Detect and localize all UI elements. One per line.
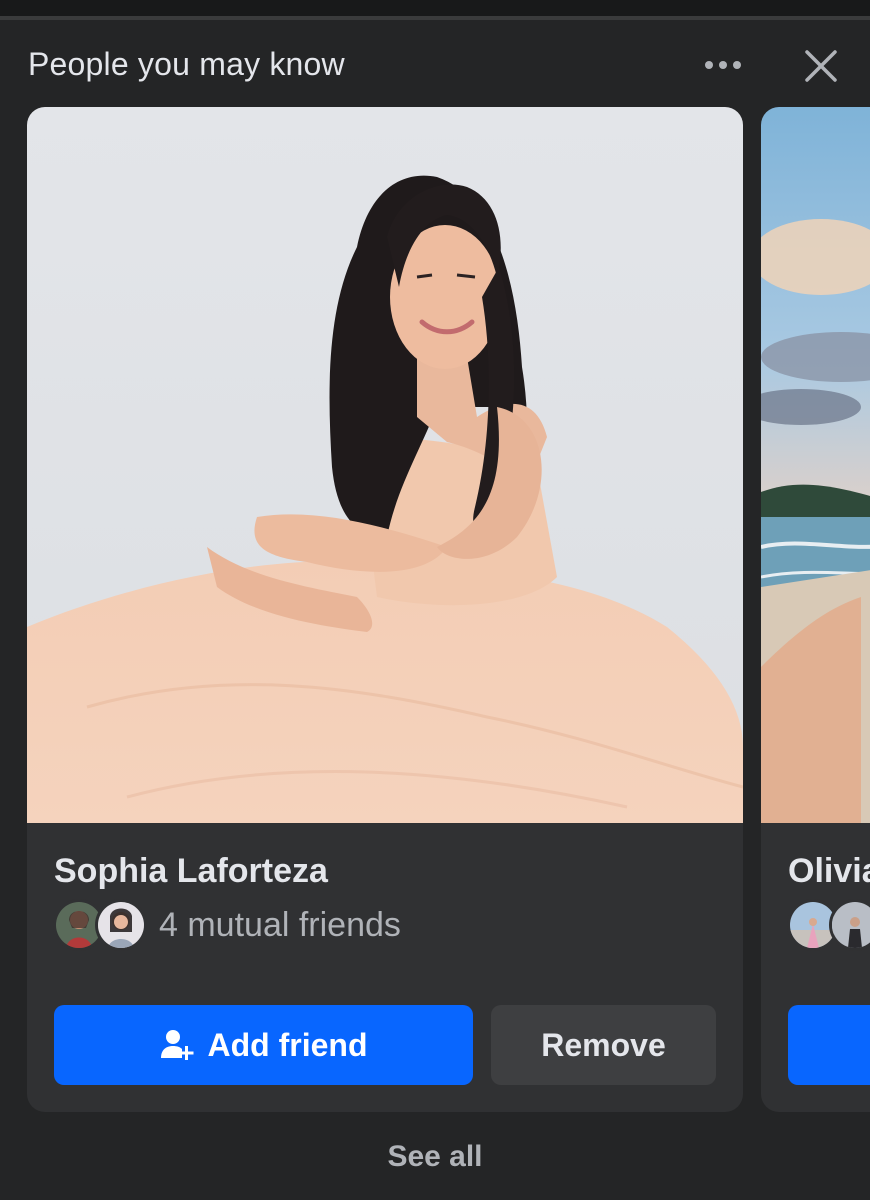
- add-person-icon: [160, 1030, 193, 1060]
- suggestion-name[interactable]: Olivia: [788, 852, 870, 891]
- remove-label: Remove: [541, 1026, 666, 1063]
- add-friend-button[interactable]: [788, 1005, 870, 1085]
- profile-photo[interactable]: [761, 107, 870, 823]
- more-horizontal-icon: [705, 61, 741, 69]
- profile-photo[interactable]: [27, 107, 743, 823]
- suggestion-name[interactable]: Sophia Laforteza: [54, 852, 328, 891]
- mutual-friends[interactable]: [787, 897, 870, 953]
- remove-button[interactable]: Remove: [491, 1005, 716, 1085]
- add-friend-label: Add friend: [207, 1026, 368, 1063]
- divider: [0, 16, 870, 20]
- add-friend-button[interactable]: Add friend: [54, 1005, 473, 1085]
- see-all-link[interactable]: See all: [0, 1140, 870, 1174]
- close-button[interactable]: [798, 44, 844, 88]
- section-title: People you may know: [28, 46, 345, 82]
- mutual-friends-count: 4 mutual friends: [159, 905, 401, 944]
- suggestion-card[interactable]: Olivia: [761, 107, 870, 1112]
- mutual-friends[interactable]: 4 mutual friends: [53, 897, 401, 953]
- mutual-friend-avatar: [95, 899, 147, 951]
- mutual-friend-avatar: [829, 899, 870, 951]
- close-icon: [805, 50, 837, 82]
- top-status-strip: [0, 0, 870, 16]
- more-options-button[interactable]: [700, 48, 746, 82]
- suggestion-card[interactable]: Sophia Laforteza 4 mutual friends Add fr…: [27, 107, 743, 1112]
